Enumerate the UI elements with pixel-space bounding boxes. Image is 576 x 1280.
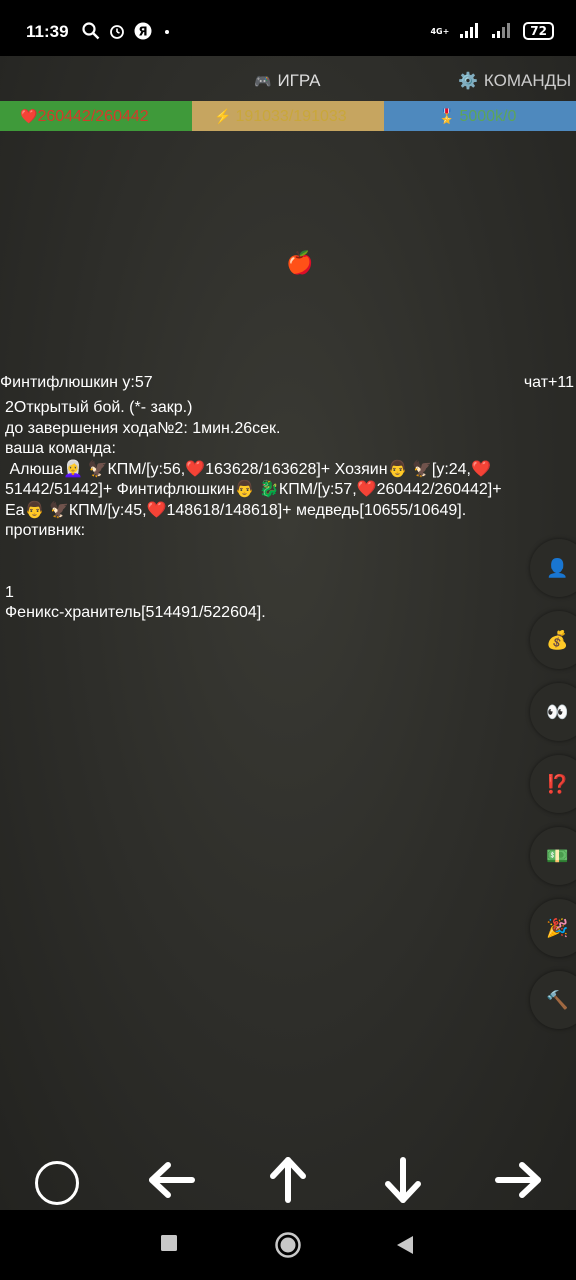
recents-icon[interactable]	[160, 1234, 178, 1252]
eyes-icon: 👀	[546, 701, 569, 723]
hp-bar: ❤️260442/260442	[0, 101, 192, 131]
team-list: Алюша👩‍🦳 🦅КПМ/[у:56,❤️163628/163628]+ Хо…	[5, 460, 507, 519]
profile-icon: 👤	[546, 557, 569, 579]
tab-game-label: ИГРА	[277, 71, 321, 90]
system-nav-bar	[0, 1210, 576, 1280]
signal-2-icon	[492, 23, 511, 38]
tab-teams-label: КОМАНДЫ	[483, 71, 572, 90]
xp-bar: 🎖️ 5000k/0	[384, 101, 576, 131]
banknote-icon: 💵	[546, 845, 569, 867]
enemy-name: Феникс-хранитель[514491/522604].	[5, 604, 266, 621]
alarm-icon	[110, 25, 124, 39]
arrow-right-icon[interactable]	[494, 1160, 544, 1200]
player-name[interactable]: Финтифлюшкин у:57	[0, 374, 153, 392]
xp-value: 5000k/0	[459, 108, 517, 125]
signal-icon	[460, 23, 479, 38]
interrobang-button[interactable]: ⁉️	[530, 755, 576, 813]
heart-icon: ❤️	[20, 108, 38, 124]
medal-icon: 🎖️	[438, 108, 456, 124]
arrow-left-icon[interactable]	[146, 1160, 196, 1200]
interrobang-icon: ⁉️	[546, 773, 569, 795]
dot-icon	[165, 30, 169, 34]
apple-icon[interactable]: 🍎	[286, 251, 313, 276]
tab-teams[interactable]: ⚙️ КОМАНДЫ	[458, 71, 571, 91]
top-nav: 🎮 ИГРА ⚙️ КОМАНДЫ	[0, 56, 576, 102]
turn-timer: до завершения хода№2: 1мин.26сек.	[5, 419, 281, 437]
gear-icon: ⚙️	[458, 73, 478, 90]
hammer-button[interactable]: 🔨	[530, 971, 576, 1029]
arrow-up-icon[interactable]	[268, 1154, 308, 1204]
home-icon[interactable]	[274, 1231, 302, 1259]
battle-title: 2Открытый бой. (*- закр.)	[5, 399, 193, 416]
search-icon	[82, 22, 100, 40]
status-time: 11:39	[26, 22, 69, 41]
game-screen: 🎮 ИГРА ⚙️ КОМАНДЫ ❤️260442/260442 ⚡ 19103…	[0, 56, 576, 1210]
banknote-button[interactable]: 💵	[530, 827, 576, 885]
status-bar: 11:39 Я 4G+ 72	[0, 0, 576, 56]
movement-controls	[0, 1154, 576, 1210]
svg-text:Я: Я	[138, 25, 147, 39]
energy-bar: ⚡ 191033/191033	[192, 101, 384, 131]
arrow-down-icon[interactable]	[383, 1156, 423, 1206]
your-team-heading: ваша команда:	[5, 440, 116, 457]
energy-value: 191033/191033	[235, 108, 347, 125]
chat-link[interactable]: чат+11	[524, 374, 574, 392]
yandex-icon: Я	[134, 22, 152, 40]
back-icon[interactable]	[396, 1235, 414, 1255]
money-bag-icon: 💰	[546, 629, 569, 651]
hp-value: 260442/260442	[37, 108, 149, 125]
lightning-icon: ⚡	[214, 108, 232, 124]
money-bag-button[interactable]: 💰	[530, 611, 576, 669]
hammer-icon: 🔨	[546, 989, 569, 1011]
stats-bars: ❤️260442/260442 ⚡ 191033/191033 🎖️ 5000k/0	[0, 101, 576, 131]
eyes-button[interactable]: 👀	[530, 683, 576, 741]
circle-button-icon[interactable]	[34, 1160, 80, 1206]
party-popper-icon: 🎉	[546, 917, 569, 939]
enemy-count: 1	[5, 583, 14, 601]
battery-icon: 72	[523, 22, 554, 40]
network-label: 4G+	[430, 26, 450, 36]
battle-log: 2Открытый бой. (*- закр.) до завершения …	[5, 398, 505, 624]
party-button[interactable]: 🎉	[530, 899, 576, 957]
enemy-heading: противник:	[5, 522, 86, 539]
gamepad-icon: 🎮	[254, 72, 272, 89]
tab-game[interactable]: 🎮 ИГРА	[254, 71, 320, 91]
profile-button[interactable]: 👤	[530, 539, 576, 597]
